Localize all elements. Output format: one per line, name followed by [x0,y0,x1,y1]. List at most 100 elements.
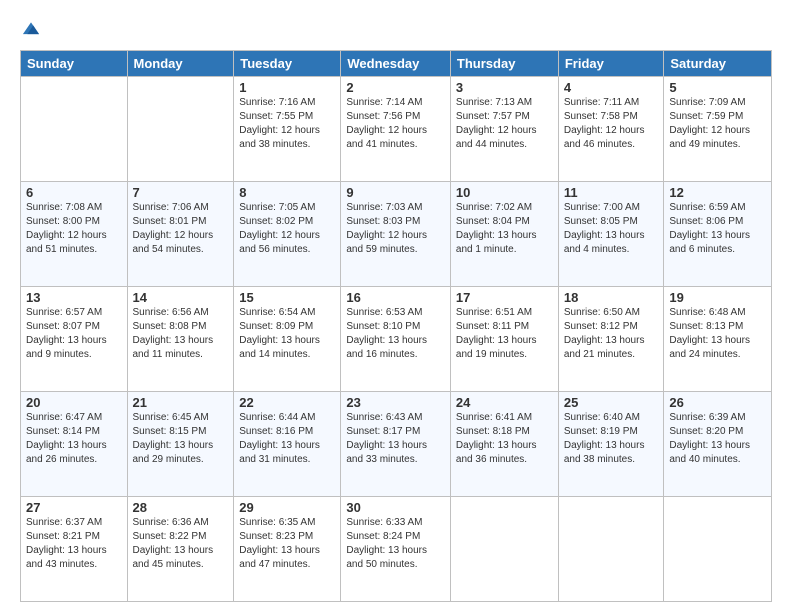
day-number: 19 [669,290,766,305]
day-number: 17 [456,290,553,305]
day-cell: 8Sunrise: 7:05 AM Sunset: 8:02 PM Daylig… [234,182,341,287]
day-info: Sunrise: 6:44 AM Sunset: 8:16 PM Dayligh… [239,412,320,465]
week-row-2: 6Sunrise: 7:08 AM Sunset: 8:00 PM Daylig… [21,182,772,287]
day-number: 14 [133,290,229,305]
day-info: Sunrise: 7:14 AM Sunset: 7:56 PM Dayligh… [346,97,427,150]
day-info: Sunrise: 7:09 AM Sunset: 7:59 PM Dayligh… [669,97,750,150]
day-cell [558,497,664,602]
day-cell: 14Sunrise: 6:56 AM Sunset: 8:08 PM Dayli… [127,287,234,392]
day-number: 9 [346,185,445,200]
day-number: 1 [239,80,335,95]
day-number: 21 [133,395,229,410]
weekday-header-saturday: Saturday [664,51,772,77]
day-cell: 22 Sunrise: 6:44 AM Sunset: 8:16 PM Dayli… [234,392,341,497]
day-number: 13 [26,290,122,305]
day-number: 25 [564,395,659,410]
day-info: Sunrise: 7:05 AM Sunset: 8:02 PM Dayligh… [239,202,320,255]
day-cell: 10 Sunrise: 7:02 AM Sunset: 8:04 PM Dayli… [450,182,558,287]
weekday-header-friday: Friday [558,51,664,77]
day-cell [21,77,128,182]
day-info: Sunrise: 6:39 AM Sunset: 8:20 PM Dayligh… [669,412,750,465]
day-cell: 19 Sunrise: 6:48 AM Sunset: 8:13 PM Dayli… [664,287,772,392]
day-info: Sunrise: 7:11 AM Sunset: 7:58 PM Dayligh… [564,97,645,150]
calendar-table: SundayMondayTuesdayWednesdayThursdayFrid… [20,50,772,602]
day-cell [664,497,772,602]
week-row-1: 1Sunrise: 7:16 AM Sunset: 7:55 PM Daylig… [21,77,772,182]
day-info: Sunrise: 7:00 AM Sunset: 8:05 PM Dayligh… [564,202,645,255]
day-number: 6 [26,185,122,200]
week-row-3: 13Sunrise: 6:57 AM Sunset: 8:07 PM Dayli… [21,287,772,392]
day-cell [127,77,234,182]
weekday-header-tuesday: Tuesday [234,51,341,77]
day-info: Sunrise: 6:53 AM Sunset: 8:10 PM Dayligh… [346,307,427,360]
day-cell: 17 Sunrise: 6:51 AM Sunset: 8:11 PM Dayli… [450,287,558,392]
day-cell: 12 Sunrise: 6:59 AM Sunset: 8:06 PM Dayli… [664,182,772,287]
header [20,18,772,40]
weekday-header-wednesday: Wednesday [341,51,451,77]
day-cell: 9 Sunrise: 7:03 AM Sunset: 8:03 PM Daylig… [341,182,451,287]
day-info: Sunrise: 7:02 AM Sunset: 8:04 PM Dayligh… [456,202,537,255]
day-cell: 5 Sunrise: 7:09 AM Sunset: 7:59 PM Daylig… [664,77,772,182]
day-number: 22 [239,395,335,410]
page: SundayMondayTuesdayWednesdayThursdayFrid… [0,0,792,612]
day-cell: 1Sunrise: 7:16 AM Sunset: 7:55 PM Daylig… [234,77,341,182]
day-cell [450,497,558,602]
day-cell: 2 Sunrise: 7:14 AM Sunset: 7:56 PM Daylig… [341,77,451,182]
day-cell: 4 Sunrise: 7:11 AM Sunset: 7:58 PM Daylig… [558,77,664,182]
weekday-header-thursday: Thursday [450,51,558,77]
day-cell: 11 Sunrise: 7:00 AM Sunset: 8:05 PM Dayli… [558,182,664,287]
day-cell: 7 Sunrise: 7:06 AM Sunset: 8:01 PM Daylig… [127,182,234,287]
day-number: 5 [669,80,766,95]
day-number: 23 [346,395,445,410]
day-info: Sunrise: 7:03 AM Sunset: 8:03 PM Dayligh… [346,202,427,255]
day-info: Sunrise: 6:51 AM Sunset: 8:11 PM Dayligh… [456,307,537,360]
logo [20,18,46,40]
logo-icon [20,18,42,40]
weekday-header-row: SundayMondayTuesdayWednesdayThursdayFrid… [21,51,772,77]
day-number: 26 [669,395,766,410]
day-number: 7 [133,185,229,200]
day-info: Sunrise: 6:47 AM Sunset: 8:14 PM Dayligh… [26,412,107,465]
day-number: 3 [456,80,553,95]
day-cell: 21 Sunrise: 6:45 AM Sunset: 8:15 PM Dayli… [127,392,234,497]
day-number: 29 [239,500,335,515]
day-info: Sunrise: 6:35 AM Sunset: 8:23 PM Dayligh… [239,517,320,570]
day-number: 12 [669,185,766,200]
day-cell: 3 Sunrise: 7:13 AM Sunset: 7:57 PM Daylig… [450,77,558,182]
day-cell: 15 Sunrise: 6:54 AM Sunset: 8:09 PM Dayli… [234,287,341,392]
day-info: Sunrise: 6:40 AM Sunset: 8:19 PM Dayligh… [564,412,645,465]
day-info: Sunrise: 7:06 AM Sunset: 8:01 PM Dayligh… [133,202,214,255]
weekday-header-monday: Monday [127,51,234,77]
day-info: Sunrise: 6:50 AM Sunset: 8:12 PM Dayligh… [564,307,645,360]
day-number: 24 [456,395,553,410]
day-cell: 26 Sunrise: 6:39 AM Sunset: 8:20 PM Dayli… [664,392,772,497]
day-cell: 27Sunrise: 6:37 AM Sunset: 8:21 PM Dayli… [21,497,128,602]
day-number: 15 [239,290,335,305]
day-number: 16 [346,290,445,305]
day-number: 30 [346,500,445,515]
day-info: Sunrise: 7:13 AM Sunset: 7:57 PM Dayligh… [456,97,537,150]
day-number: 11 [564,185,659,200]
day-number: 28 [133,500,229,515]
day-cell: 13Sunrise: 6:57 AM Sunset: 8:07 PM Dayli… [21,287,128,392]
day-number: 27 [26,500,122,515]
day-cell: 25 Sunrise: 6:40 AM Sunset: 8:19 PM Dayli… [558,392,664,497]
day-cell: 20 Sunrise: 6:47 AM Sunset: 8:14 PM Dayli… [21,392,128,497]
day-number: 20 [26,395,122,410]
day-info: Sunrise: 6:54 AM Sunset: 8:09 PM Dayligh… [239,307,320,360]
day-info: Sunrise: 6:36 AM Sunset: 8:22 PM Dayligh… [133,517,214,570]
day-number: 4 [564,80,659,95]
day-cell: 28 Sunrise: 6:36 AM Sunset: 8:22 PM Dayli… [127,497,234,602]
day-number: 10 [456,185,553,200]
weekday-header-sunday: Sunday [21,51,128,77]
day-cell: 6Sunrise: 7:08 AM Sunset: 8:00 PM Daylig… [21,182,128,287]
day-info: Sunrise: 6:48 AM Sunset: 8:13 PM Dayligh… [669,307,750,360]
day-cell: 16 Sunrise: 6:53 AM Sunset: 8:10 PM Dayli… [341,287,451,392]
day-info: Sunrise: 6:45 AM Sunset: 8:15 PM Dayligh… [133,412,214,465]
day-info: Sunrise: 6:59 AM Sunset: 8:06 PM Dayligh… [669,202,750,255]
day-number: 2 [346,80,445,95]
day-info: Sunrise: 6:41 AM Sunset: 8:18 PM Dayligh… [456,412,537,465]
day-info: Sunrise: 6:43 AM Sunset: 8:17 PM Dayligh… [346,412,427,465]
day-cell: 18Sunrise: 6:50 AM Sunset: 8:12 PM Dayli… [558,287,664,392]
day-cell: 24 Sunrise: 6:41 AM Sunset: 8:18 PM Dayli… [450,392,558,497]
